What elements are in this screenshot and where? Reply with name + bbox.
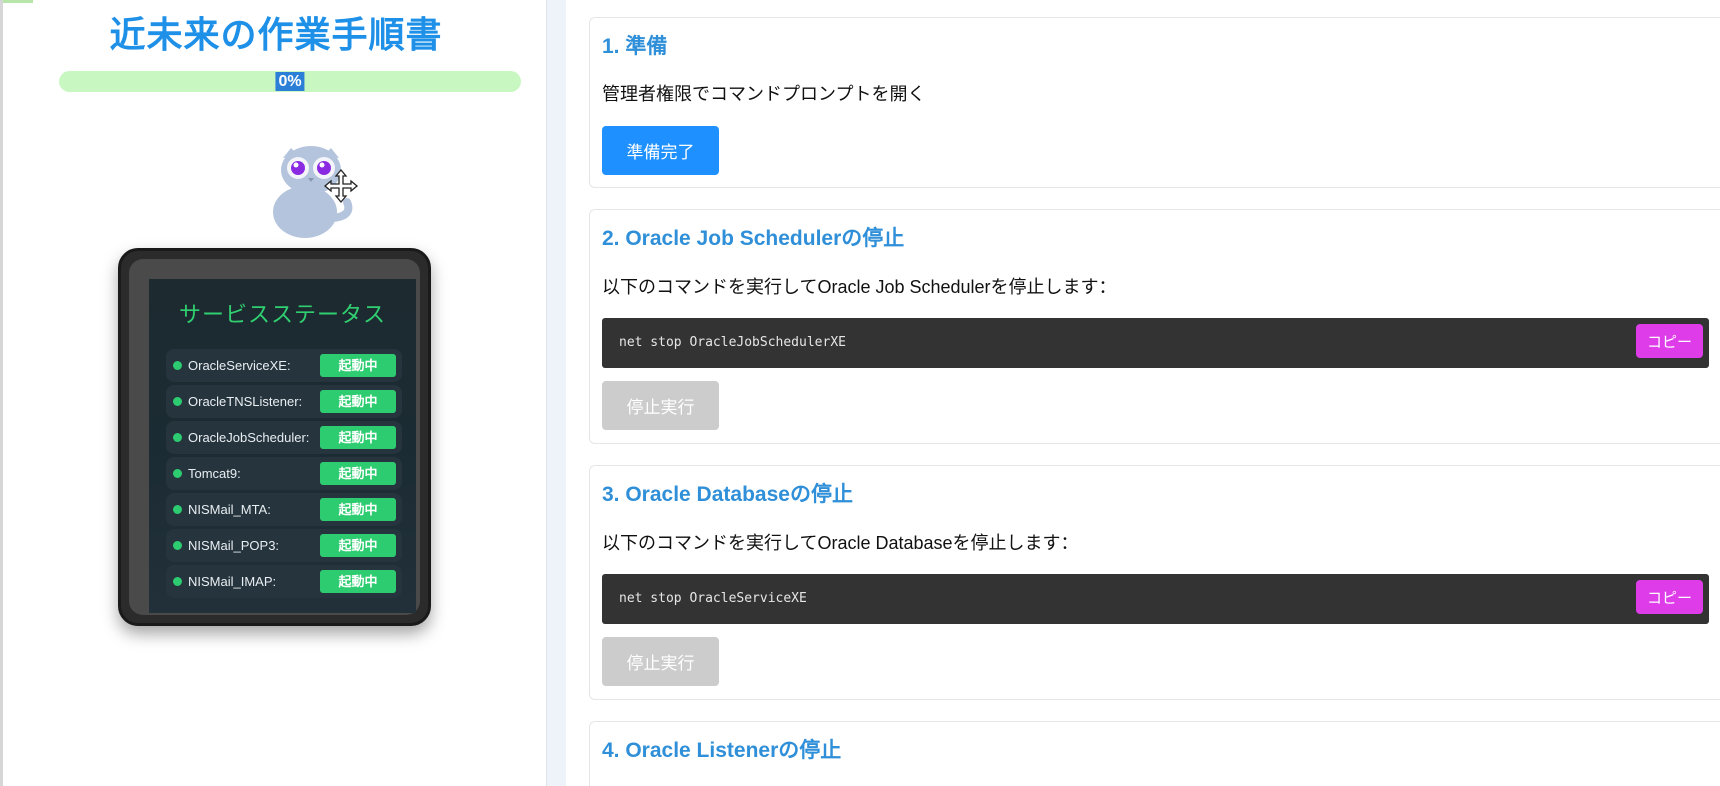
- status-dot-icon: [173, 397, 182, 406]
- service-status-badge: 起動中: [320, 354, 396, 377]
- panel-divider[interactable]: [546, 0, 566, 786]
- service-name: OracleServiceXE:: [188, 358, 291, 373]
- status-dot-icon: [173, 505, 182, 514]
- progress-bar: 0%: [59, 71, 521, 92]
- service-row: OracleTNSListener: 起動中: [166, 385, 402, 418]
- service-name: NISMail_MTA:: [188, 502, 271, 517]
- service-status-badge: 起動中: [320, 498, 396, 521]
- command-text[interactable]: net stop OracleJobSchedulerXE: [619, 335, 846, 350]
- step-description: 以下のコマンドを実行してOracle Databaseを停止します：: [602, 533, 1079, 553]
- status-device-frame: サービスステータス OracleServiceXE: 起動中 OracleTNS…: [118, 248, 431, 626]
- service-list: OracleServiceXE: 起動中 OracleTNSListener: …: [166, 349, 402, 601]
- step-description: 以下のコマンドを実行してOracle Job Schedulerを停止します：: [602, 277, 1117, 297]
- service-name: NISMail_POP3:: [188, 538, 280, 553]
- status-screen: サービスステータス OracleServiceXE: 起動中 OracleTNS…: [149, 279, 416, 613]
- service-row: Tomcat9: 起動中: [166, 457, 402, 490]
- status-panel-title: サービスステータス: [178, 302, 386, 327]
- steps-content: 1. 準備 管理者権限でコマンドプロンプトを開く 準備完了 2. Oracle …: [566, 0, 1720, 786]
- command-box: net stop OracleServiceXE コピー: [602, 574, 1709, 624]
- service-row: OracleServiceXE: 起動中: [166, 349, 402, 382]
- step-title: 4. Oracle Listenerの停止: [602, 739, 842, 762]
- status-dot-icon: [173, 469, 182, 478]
- service-status-badge: 起動中: [320, 570, 396, 593]
- step-card-job-scheduler: 2. Oracle Job Schedulerの停止 以下のコマンドを実行してO…: [589, 209, 1720, 444]
- service-name: NISMail_IMAP:: [188, 574, 277, 589]
- service-name: OracleTNSListener:: [188, 394, 303, 409]
- copy-button[interactable]: コピー: [1636, 324, 1703, 358]
- service-row: NISMail_IMAP: 起動中: [166, 565, 402, 598]
- device-bezel: サービスステータス OracleServiceXE: 起動中 OracleTNS…: [129, 259, 420, 615]
- service-status-badge: 起動中: [320, 462, 396, 485]
- command-box: net stop OracleJobSchedulerXE コピー: [602, 318, 1709, 368]
- service-row: NISMail_MTA: 起動中: [166, 493, 402, 526]
- service-status-badge: 起動中: [320, 426, 396, 449]
- prepare-complete-button[interactable]: 準備完了: [602, 126, 719, 175]
- corner-mark: [3, 0, 33, 3]
- step-card-listener: 4. Oracle Listenerの停止: [589, 721, 1720, 786]
- service-name: OracleJobScheduler:: [188, 430, 310, 445]
- command-text[interactable]: net stop OracleServiceXE: [619, 591, 807, 606]
- step-title: 3. Oracle Databaseの停止: [602, 483, 853, 506]
- service-name: Tomcat9:: [188, 466, 241, 481]
- app-root: 近未来の作業手順書 0% サービスステータス OracleServiceXE: …: [0, 0, 1720, 786]
- stop-execute-button[interactable]: 停止実行: [602, 637, 719, 686]
- service-row: NISMail_POP3: 起動中: [166, 529, 402, 562]
- step-title: 1. 準備: [602, 35, 668, 58]
- step-title: 2. Oracle Job Schedulerの停止: [602, 227, 905, 250]
- service-status-badge: 起動中: [320, 534, 396, 557]
- step-description: 管理者権限でコマンドプロンプトを開く: [602, 84, 926, 104]
- service-status-badge: 起動中: [320, 390, 396, 413]
- status-dot-icon: [173, 433, 182, 442]
- status-dot-icon: [173, 541, 182, 550]
- move-cursor-icon: [323, 168, 359, 204]
- step-card-database: 3. Oracle Databaseの停止 以下のコマンドを実行してOracle…: [589, 465, 1720, 700]
- stop-execute-button[interactable]: 停止実行: [602, 381, 719, 430]
- progress-label: 0%: [275, 72, 305, 91]
- copy-button[interactable]: コピー: [1636, 580, 1703, 614]
- service-row: OracleJobScheduler: 起動中: [166, 421, 402, 454]
- status-dot-icon: [173, 577, 182, 586]
- step-card-prepare: 1. 準備 管理者権限でコマンドプロンプトを開く 準備完了: [589, 17, 1720, 188]
- status-dot-icon: [173, 361, 182, 370]
- sidebar-panel: 近未来の作業手順書 0% サービスステータス OracleServiceXE: …: [0, 0, 546, 786]
- page-title: 近未来の作業手順書: [109, 14, 443, 55]
